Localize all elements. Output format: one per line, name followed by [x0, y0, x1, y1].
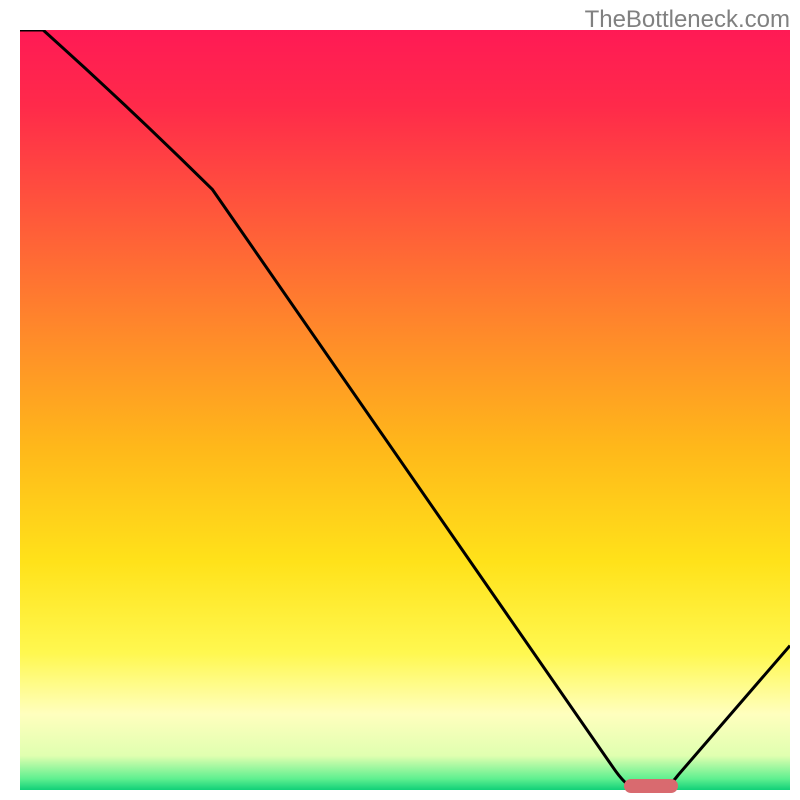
watermark-text: TheBottleneck.com: [585, 6, 790, 34]
optimal-marker: [624, 779, 678, 793]
bottleneck-curve: [20, 30, 790, 790]
plot-area: [20, 30, 790, 790]
